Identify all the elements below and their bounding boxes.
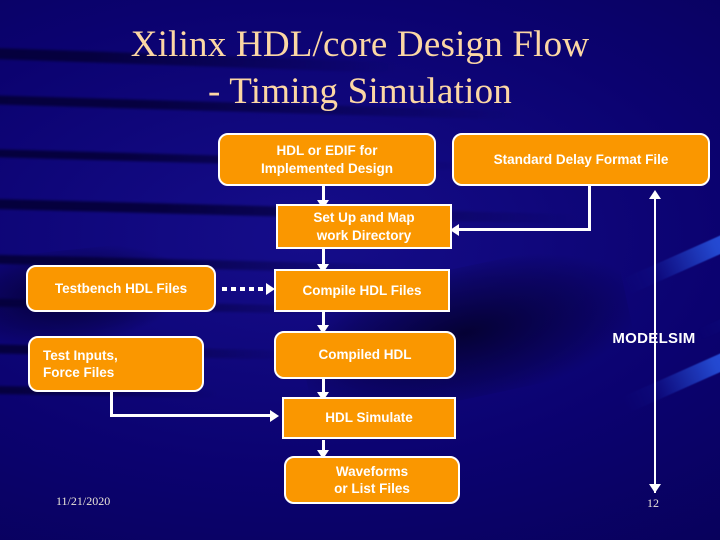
connector-testinputs-vertical — [110, 390, 113, 416]
box-set-up-and-map-work-directory[interactable]: Set Up and Map work Directory — [276, 204, 452, 249]
box-hdl-or-edif[interactable]: HDL or EDIF for Implemented Design — [218, 133, 436, 186]
connector-sdf-horizontal — [458, 228, 591, 231]
background-blue-streak — [622, 226, 720, 295]
box-testbench-hdl-files[interactable]: Testbench HDL Files — [26, 265, 216, 312]
slide-date: 11/21/2020 — [56, 494, 111, 508]
slide-title: Xilinx HDL/core Design Flow - Timing Sim… — [130, 24, 590, 112]
box-compile-hdl-files[interactable]: Compile HDL Files — [274, 269, 450, 312]
box-test-inputs-force-files[interactable]: Test Inputs, Force Files — [28, 336, 204, 392]
arrowhead-up — [649, 190, 661, 199]
connector-sdf-vertical — [588, 186, 591, 231]
box-hdl-simulate[interactable]: HDL Simulate — [282, 397, 456, 439]
box-waveforms-or-list-files[interactable]: Waveforms or List Files — [284, 456, 460, 504]
slide-page-number: 12 — [647, 496, 659, 510]
background-blue-streak — [622, 344, 720, 413]
box-standard-delay-format-file[interactable]: Standard Delay Format File — [452, 133, 710, 186]
box-compiled-hdl[interactable]: Compiled HDL — [274, 331, 456, 379]
slide-canvas: Xilinx HDL/core Design Flow - Timing Sim… — [0, 0, 720, 540]
arrowhead-down — [649, 484, 661, 493]
modelsim-label: MODELSIM — [612, 330, 696, 347]
arrowhead-right — [270, 410, 279, 422]
connector-testbench-to-compile-dotted — [222, 287, 270, 291]
connector-testinputs-horizontal — [110, 414, 273, 417]
